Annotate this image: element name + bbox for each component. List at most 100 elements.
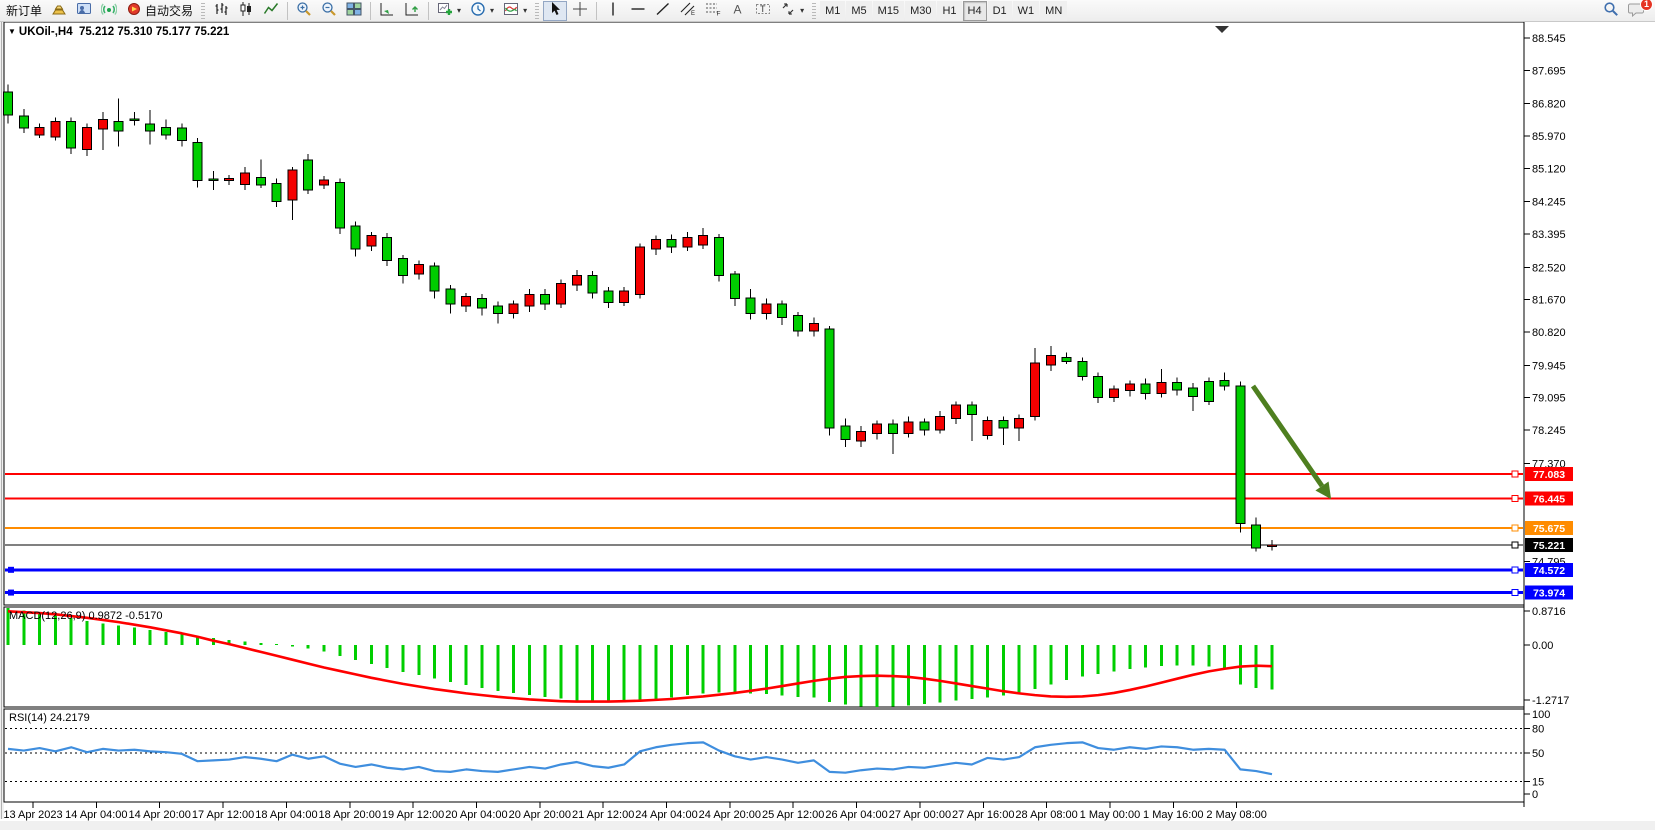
signal-button[interactable]	[97, 1, 121, 21]
candle-body	[462, 297, 471, 307]
cursor-tool-button[interactable]	[543, 1, 567, 21]
auto-scroll-button[interactable]	[375, 1, 399, 21]
trendline-icon	[655, 1, 671, 20]
line-handle[interactable]	[8, 567, 14, 573]
notifications-button[interactable]: 1	[1624, 1, 1649, 21]
market-watch-button[interactable]	[47, 1, 71, 21]
candle-body	[1078, 361, 1087, 376]
line-handle[interactable]	[1512, 542, 1518, 548]
line-handle[interactable]	[1512, 496, 1518, 502]
svg-text:84.245: 84.245	[1532, 197, 1566, 209]
svg-text:88.545: 88.545	[1532, 33, 1566, 45]
svg-text:A: A	[734, 3, 742, 17]
arrow-shapes-icon	[780, 1, 796, 20]
candle-body	[1236, 386, 1245, 523]
svg-text:79.095: 79.095	[1532, 393, 1566, 405]
candle-body	[430, 266, 439, 291]
candle-body	[478, 299, 487, 309]
equidistant-channel-icon: E	[680, 1, 696, 20]
svg-text:21 Apr 12:00: 21 Apr 12:00	[572, 809, 634, 821]
candle-body	[1062, 358, 1071, 362]
candle-body	[920, 422, 929, 430]
periods-button[interactable]: ▾	[466, 1, 498, 21]
crosshair-tool-button[interactable]	[568, 1, 592, 21]
candle-body	[1110, 389, 1119, 397]
zoom-in-button[interactable]	[292, 1, 316, 21]
timeframe-w1-button[interactable]: W1	[1013, 1, 1040, 21]
candlestick-mode-button[interactable]	[234, 1, 258, 21]
candle-body	[794, 316, 803, 331]
trendline-tool-button[interactable]	[651, 1, 675, 21]
arrows-tool-button[interactable]: ▾	[776, 1, 808, 21]
candle-body	[636, 247, 645, 295]
timeframe-h1-button[interactable]: H1	[937, 1, 961, 21]
chevron-down-icon: ▾	[800, 6, 804, 15]
candle-body	[967, 405, 976, 415]
svg-text:1 May 00:00: 1 May 00:00	[1080, 809, 1141, 821]
candle-body	[1189, 388, 1198, 397]
timeframe-m15-button[interactable]: M15	[873, 1, 904, 21]
line-handle[interactable]	[1512, 567, 1518, 573]
svg-text:18 Apr 20:00: 18 Apr 20:00	[319, 809, 381, 821]
line-handle[interactable]	[1512, 590, 1518, 596]
accounts-button[interactable]	[72, 1, 96, 21]
candle-body	[746, 298, 755, 314]
candle-body	[51, 122, 60, 137]
line-handle[interactable]	[8, 590, 14, 596]
fibonacci-tool-button[interactable]: F	[701, 1, 725, 21]
candle-body	[209, 179, 218, 181]
candle-body	[399, 259, 408, 276]
line-handle[interactable]	[1512, 525, 1518, 531]
svg-text:79.945: 79.945	[1532, 360, 1566, 372]
svg-text:-1.2717: -1.2717	[1532, 695, 1569, 707]
line-chart-mode-button[interactable]	[259, 1, 283, 21]
indicators-button[interactable]: ▾	[499, 1, 531, 21]
candle-body	[241, 173, 250, 184]
tile-windows-button[interactable]	[342, 1, 366, 21]
toolbar-grip	[201, 3, 205, 19]
svg-text:2 May 08:00: 2 May 08:00	[1206, 809, 1267, 821]
timeframe-h4-button[interactable]: H4	[963, 1, 987, 21]
cursor-icon	[547, 1, 563, 20]
svg-text:1 May 16:00: 1 May 16:00	[1143, 809, 1204, 821]
svg-text:85.970: 85.970	[1532, 131, 1566, 143]
chart-area[interactable]: 88.54587.69586.82085.97085.12084.24583.3…	[0, 22, 1655, 825]
candle-body	[1157, 382, 1166, 393]
search-button[interactable]	[1599, 1, 1623, 21]
svg-text:82.520: 82.520	[1532, 262, 1566, 274]
line-handle[interactable]	[1512, 471, 1518, 477]
horizontal-line-tool-button[interactable]	[626, 1, 650, 21]
bar-chart-mode-button[interactable]	[209, 1, 233, 21]
text-label-tool-button[interactable]: T	[751, 1, 775, 21]
timeframe-m30-button[interactable]: M30	[905, 1, 936, 21]
timeframe-d1-button[interactable]: D1	[988, 1, 1012, 21]
chart-shift-button[interactable]	[400, 1, 424, 21]
svg-text:F: F	[717, 11, 721, 18]
candle-body	[778, 304, 787, 317]
new-chart-button[interactable]: ▾	[433, 1, 465, 21]
candle-body	[1125, 384, 1134, 390]
svg-text:25 Apr 12:00: 25 Apr 12:00	[762, 809, 824, 821]
text-tool-button[interactable]: A	[726, 1, 750, 21]
chart-canvas[interactable]: 88.54587.69586.82085.97085.12084.24583.3…	[0, 22, 1655, 825]
svg-text:14 Apr 20:00: 14 Apr 20:00	[129, 809, 191, 821]
candle-body	[952, 405, 961, 418]
crosshair-icon	[572, 1, 588, 20]
timeframe-m1-button[interactable]: M1	[820, 1, 845, 21]
new-order-button[interactable]: 新订单	[2, 1, 46, 21]
main-toolbar: 新订单 自动交易 ▾ ▾	[0, 0, 1655, 22]
equidistant-channel-tool-button[interactable]: E	[676, 1, 700, 21]
vertical-line-tool-button[interactable]	[601, 1, 625, 21]
candle-body	[493, 306, 502, 314]
candle-body	[320, 180, 329, 185]
candle-body	[715, 238, 724, 276]
candle-body	[509, 304, 518, 314]
candle-body	[256, 177, 265, 185]
auto-trading-button[interactable]: 自动交易	[122, 1, 197, 21]
svg-text:T: T	[760, 4, 766, 14]
zoom-out-button[interactable]	[317, 1, 341, 21]
timeframe-m5-button[interactable]: M5	[846, 1, 871, 21]
timeframe-mn-button[interactable]: MN	[1040, 1, 1067, 21]
candle-body	[162, 127, 171, 135]
toolbar-grip	[535, 3, 539, 19]
